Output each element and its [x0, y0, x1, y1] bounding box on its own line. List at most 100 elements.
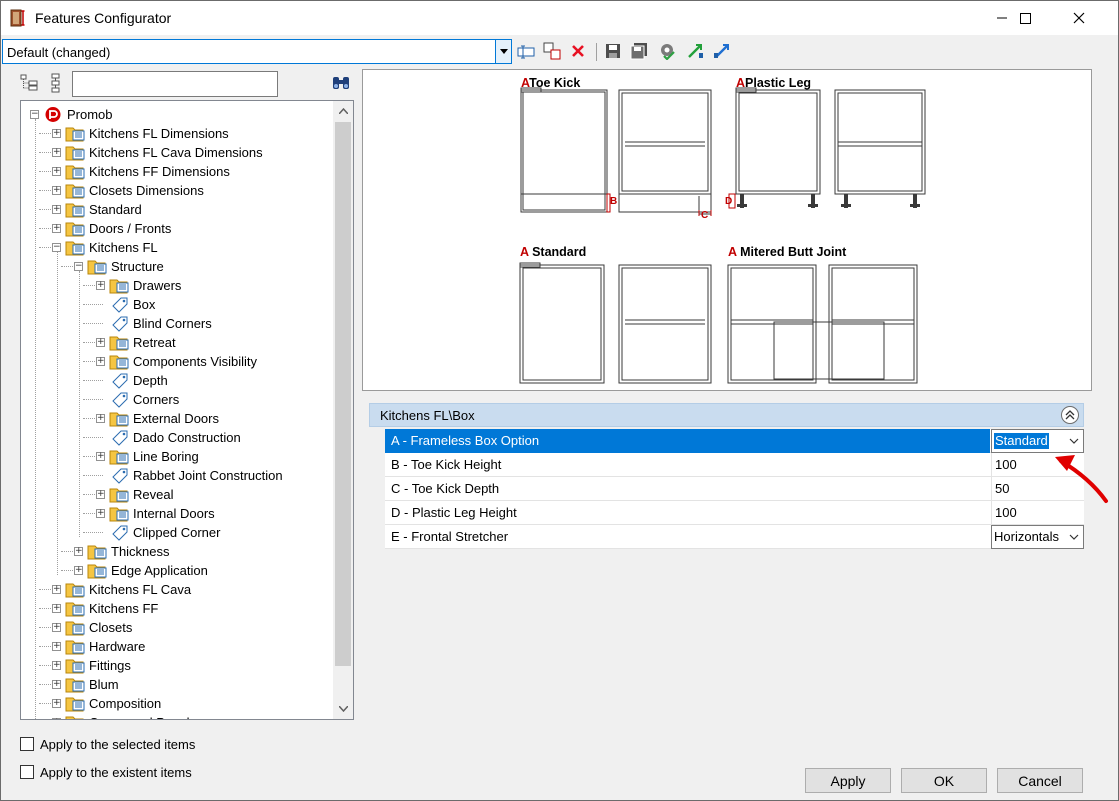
property-row-frameless-box-option[interactable]: A - Frameless Box Option Standard [385, 429, 1084, 453]
tree-item[interactable]: Box [21, 295, 333, 314]
tree-item[interactable]: + Reveal [21, 485, 333, 504]
tree-item[interactable]: + Line Boring [21, 447, 333, 466]
folder-icon [65, 657, 87, 674]
scroll-down-icon[interactable] [333, 699, 353, 719]
expand-node-icon[interactable]: + [52, 623, 61, 632]
tree-item[interactable]: + Thickness [21, 542, 333, 561]
tag-icon [109, 391, 131, 408]
save-as-button[interactable] [628, 41, 650, 61]
preset-combobox[interactable]: Default (changed) [2, 39, 512, 64]
expand-node-icon[interactable]: + [96, 338, 105, 347]
delete-button[interactable] [567, 41, 589, 61]
tree-item[interactable]: + Components Visibility [21, 352, 333, 371]
tree-item[interactable]: + Doors / Fronts [21, 219, 333, 238]
tree-item-label: Dado Construction [133, 430, 241, 445]
export-button[interactable] [711, 41, 733, 61]
close-button[interactable] [1056, 1, 1102, 35]
tree-item[interactable]: + External Doors [21, 409, 333, 428]
collapse-node-icon[interactable]: − [74, 262, 83, 271]
expand-node-icon[interactable]: + [52, 699, 61, 708]
tree-item[interactable]: Clipped Corner [21, 523, 333, 542]
collapse-node-icon[interactable]: − [30, 110, 39, 119]
binoculars-icon[interactable] [332, 74, 350, 92]
expand-node-icon[interactable]: + [96, 357, 105, 366]
expand-node-icon[interactable]: + [52, 642, 61, 651]
apply-existent-option[interactable]: Apply to the existent items [20, 762, 192, 782]
maximize-button[interactable] [1002, 1, 1048, 35]
expand-node-icon[interactable]: + [96, 414, 105, 423]
tree-item[interactable]: − Kitchens FL [21, 238, 333, 257]
tree-item[interactable]: Dado Construction [21, 428, 333, 447]
tree-item[interactable]: + Kitchens FF [21, 599, 333, 618]
preset-dropdown-button[interactable] [495, 40, 511, 63]
save-button[interactable] [602, 41, 624, 61]
expand-node-icon[interactable]: + [52, 129, 61, 138]
scroll-up-icon[interactable] [333, 101, 353, 121]
ok-button[interactable]: OK [901, 768, 987, 793]
expand-node-icon[interactable]: + [74, 566, 83, 575]
collapse-all-icon[interactable] [47, 73, 67, 93]
frontal-stretcher-combobox[interactable]: Horizontals [991, 525, 1084, 549]
tree-item[interactable]: + Internal Doors [21, 504, 333, 523]
tree-item[interactable]: + Composition [21, 694, 333, 713]
expand-node-icon[interactable]: + [74, 547, 83, 556]
import-button[interactable] [684, 41, 706, 61]
apply-selected-checkbox[interactable] [20, 737, 34, 751]
preview-label-text: Plastic Leg [745, 76, 812, 90]
rename-button[interactable] [515, 41, 537, 61]
apply-existent-checkbox[interactable] [20, 765, 34, 779]
expand-all-icon[interactable] [20, 73, 40, 93]
tree-item[interactable]: + Kitchens FF Dimensions [21, 162, 333, 181]
tree-item[interactable]: + Kitchens FL Cava Dimensions [21, 143, 333, 162]
expand-node-icon[interactable]: + [52, 661, 61, 670]
tree-item[interactable]: − Structure [21, 257, 333, 276]
settings-button[interactable] [656, 41, 678, 61]
property-row-plastic-leg-height[interactable]: D - Plastic Leg Height 100 [385, 501, 1084, 525]
tree-item[interactable]: Blind Corners [21, 314, 333, 333]
tree-item[interactable]: − Promob [21, 105, 333, 124]
expand-node-icon[interactable]: + [52, 680, 61, 689]
expand-node-icon[interactable]: + [52, 604, 61, 613]
expand-node-icon[interactable]: + [52, 205, 61, 214]
apply-button[interactable]: Apply [805, 768, 891, 793]
expand-node-icon[interactable]: + [52, 167, 61, 176]
expand-node-icon[interactable]: + [96, 281, 105, 290]
tree-search-input[interactable] [72, 71, 278, 97]
expand-node-icon[interactable]: + [96, 452, 105, 461]
tree-item[interactable]: + Hardware [21, 637, 333, 656]
tree-item[interactable]: + Fittings [21, 656, 333, 675]
tree-item[interactable]: + Retreat [21, 333, 333, 352]
expand-node-icon[interactable]: + [52, 186, 61, 195]
tree-item[interactable]: + Closets Dimensions [21, 181, 333, 200]
expand-node-icon[interactable]: + [52, 585, 61, 594]
property-category-header[interactable]: Kitchens FL\Box [369, 403, 1084, 427]
copy-button[interactable] [541, 41, 563, 61]
expand-node-icon[interactable]: + [52, 224, 61, 233]
scrollbar-thumb[interactable] [335, 122, 351, 666]
tree-item[interactable]: + Standard [21, 200, 333, 219]
collapse-category-button[interactable] [1061, 406, 1079, 424]
tree-item[interactable]: + Blum [21, 675, 333, 694]
property-row-toe-kick-depth[interactable]: C - Toe Kick Depth 50 [385, 477, 1084, 501]
expand-node-icon[interactable]: + [52, 718, 61, 719]
tree-item[interactable]: + Kitchens FL Dimensions [21, 124, 333, 143]
tree-scrollbar[interactable] [333, 101, 353, 719]
tree-item[interactable]: Corners [21, 390, 333, 409]
expand-node-icon[interactable]: + [96, 490, 105, 499]
tree-item[interactable]: Rabbet Joint Construction [21, 466, 333, 485]
tree-item[interactable]: + Kitchens FL Cava [21, 580, 333, 599]
tree-item[interactable]: + Compound Panel [21, 713, 333, 719]
tree-item[interactable]: + Closets [21, 618, 333, 637]
expand-node-icon[interactable]: + [52, 148, 61, 157]
expand-node-icon[interactable]: + [96, 509, 105, 518]
feature-tree[interactable]: − Promob + Kitchens FL Dimensions + Kitchens … [20, 100, 354, 720]
cancel-button[interactable]: Cancel [997, 768, 1083, 793]
tree-item[interactable]: + Edge Application [21, 561, 333, 580]
property-row-frontal-stretcher[interactable]: E - Frontal Stretcher Horizontals [385, 525, 1084, 549]
apply-selected-option[interactable]: Apply to the selected items [20, 734, 195, 754]
tree-item[interactable]: + Drawers [21, 276, 333, 295]
tree-item[interactable]: Depth [21, 371, 333, 390]
collapse-node-icon[interactable]: − [52, 243, 61, 252]
chevron-down-icon[interactable] [1067, 530, 1081, 544]
property-row-toe-kick-height[interactable]: B - Toe Kick Height 100 [385, 453, 1084, 477]
